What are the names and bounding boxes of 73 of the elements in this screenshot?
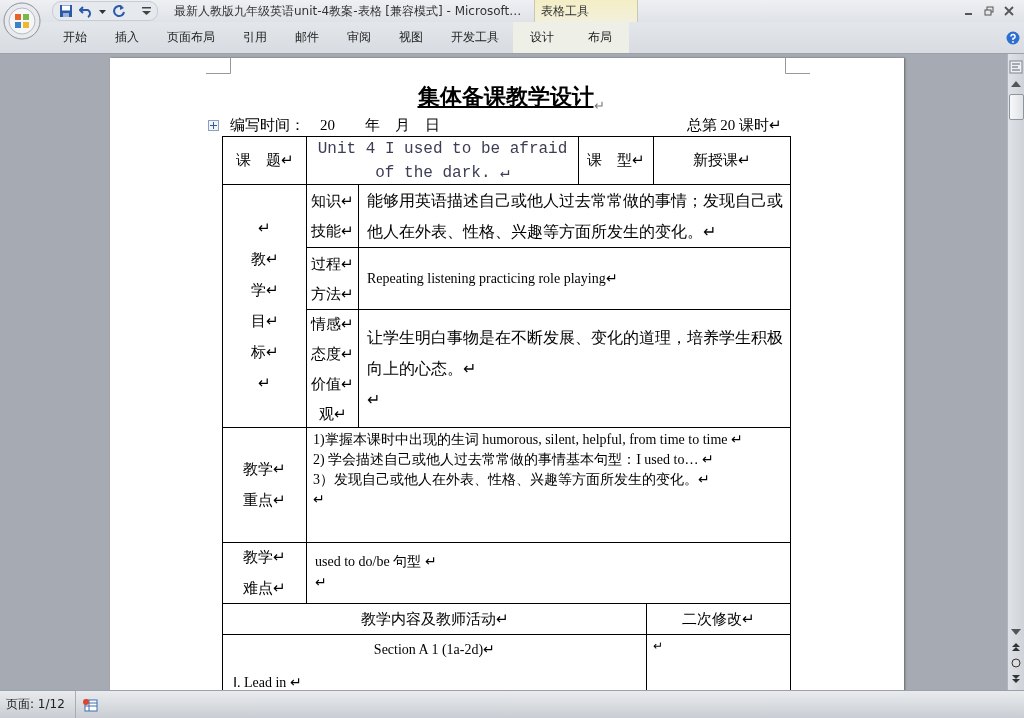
ribbon-tab[interactable]: 插入 bbox=[101, 22, 153, 53]
scroll-up-icon[interactable] bbox=[1011, 80, 1021, 88]
browse-object-icon[interactable] bbox=[1011, 658, 1021, 668]
table-cell-text: 难点↵ bbox=[243, 579, 286, 598]
scroll-thumb[interactable] bbox=[1008, 94, 1024, 120]
ribbon-tab[interactable]: 邮件 bbox=[281, 22, 333, 53]
ribbon-tab[interactable]: 开发工具 bbox=[437, 22, 513, 53]
scroll-down-icon[interactable] bbox=[1011, 628, 1021, 636]
ribbon-tab[interactable]: 引用 bbox=[229, 22, 281, 53]
ribbon-tab[interactable]: 开始 bbox=[49, 22, 101, 53]
table-cell-text: 标↵ bbox=[250, 343, 279, 362]
table-cell-text: 价值↵ bbox=[311, 374, 354, 394]
table-cell-text: ↵ bbox=[315, 574, 328, 592]
redo-icon[interactable] bbox=[112, 4, 126, 18]
table-cell-text: 观↵ bbox=[318, 404, 347, 424]
date-line: 编写时间： 20 年 月 日 bbox=[230, 116, 440, 135]
page-count[interactable]: 页面: 1/12 bbox=[0, 691, 76, 718]
table-cell-text: 1)掌握本课时中出现的生词 humorous, silent, helpful, from time to time ↵ bbox=[313, 431, 745, 449]
customize-caret-icon[interactable] bbox=[142, 6, 151, 16]
table-cell-text: 知识↵ bbox=[311, 192, 354, 211]
table-cell-text: 目↵ bbox=[250, 312, 279, 331]
table-cell: 新授课↵ bbox=[693, 151, 751, 170]
lesson-number: 总第 20 课时↵ bbox=[686, 116, 782, 135]
ribbon-tab[interactable]: 设计 bbox=[513, 22, 571, 53]
margin-mark bbox=[206, 58, 231, 74]
table-cell-text: 教学↵ bbox=[243, 548, 286, 567]
table-cell-text: 方法↵ bbox=[311, 284, 354, 304]
table-cell-text: 3）发现自己或他人在外表、性格、兴趣等方面所发生的变化。↵ bbox=[313, 471, 711, 489]
table-cell-text: Repeating listening practicing role playing↵ bbox=[367, 270, 619, 287]
table-cell-text: ↵ bbox=[313, 491, 326, 509]
table-cell: 课 型↵ bbox=[587, 151, 645, 170]
table-cell-text: 重点↵ bbox=[243, 491, 286, 510]
paragraph-mark: ↵ bbox=[653, 639, 663, 653]
table-cell-text: 过程↵ bbox=[311, 254, 354, 274]
table-header: 教学内容及教师活动↵ bbox=[360, 609, 509, 629]
table-cell-text: Ⅰ. Lead in ↵ bbox=[233, 674, 303, 690]
table-tools-label: 表格工具 bbox=[534, 0, 638, 22]
table-cell-text: 让学生明白事物是在不断发展、变化的道理，培养学生积极向上的心态。↵ bbox=[367, 328, 784, 379]
ribbon-tab[interactable]: 页面布局 bbox=[153, 22, 229, 53]
ruler-toggle-icon[interactable] bbox=[1009, 60, 1023, 74]
restore-icon[interactable] bbox=[984, 6, 994, 16]
table-cell-text: ↵ bbox=[367, 390, 381, 410]
table-cell-text: 教↵ bbox=[250, 250, 279, 269]
ribbon-tab[interactable]: 视图 bbox=[385, 22, 437, 53]
table-cell-text: used to do/be 句型 ↵ bbox=[315, 553, 438, 571]
ribbon-tab[interactable]: 审阅 bbox=[333, 22, 385, 53]
close-icon[interactable] bbox=[1004, 6, 1014, 16]
table-cell-text: 情感↵ bbox=[311, 314, 354, 334]
macro-record-icon[interactable] bbox=[81, 697, 98, 712]
paragraph-mark: ↵ bbox=[593, 98, 605, 114]
table-cell-text: 态度↵ bbox=[311, 344, 354, 364]
help-icon[interactable] bbox=[1006, 30, 1020, 45]
margin-mark bbox=[785, 58, 810, 74]
window-title: 最新人教版九年级英语unit-4教案-表格 [兼容模式] - Microsoft… bbox=[174, 2, 523, 20]
previous-page-icon[interactable] bbox=[1011, 642, 1021, 652]
table-header: 二次修改↵ bbox=[682, 609, 755, 629]
table-cell: 课 题↵ bbox=[235, 151, 294, 170]
table-cell-text: ↵ bbox=[258, 219, 271, 238]
next-page-icon[interactable] bbox=[1011, 674, 1021, 684]
ribbon-tab[interactable]: 布局 bbox=[571, 22, 629, 53]
undo-icon[interactable] bbox=[79, 4, 93, 18]
table-cell-text: 2) 学会描述自己或他人过去常常做的事情基本句型：I used to… ↵ bbox=[313, 451, 715, 469]
table-cell-text: 能够用英语描述自己或他人过去常常做的事情；发现自己或他人在外表、性格、兴趣等方面所发生的变化。↵ bbox=[367, 191, 784, 242]
table-cell-text: 技能↵ bbox=[311, 222, 354, 241]
table-cell-text: ↵ bbox=[258, 374, 271, 393]
document-title: 集体备课教学设计 bbox=[416, 83, 594, 111]
table-move-handle-icon[interactable] bbox=[208, 120, 219, 131]
lesson-title: Unit 4 I used to be afraid of the dark. ↵ bbox=[316, 138, 569, 184]
section-heading: Section A 1 (1a-2d)↵ bbox=[372, 641, 497, 658]
save-icon[interactable] bbox=[59, 4, 73, 18]
table-cell-text: 教学↵ bbox=[243, 460, 286, 479]
table-cell-text: 学↵ bbox=[250, 281, 279, 300]
vertical-scrollbar[interactable] bbox=[1007, 54, 1024, 690]
